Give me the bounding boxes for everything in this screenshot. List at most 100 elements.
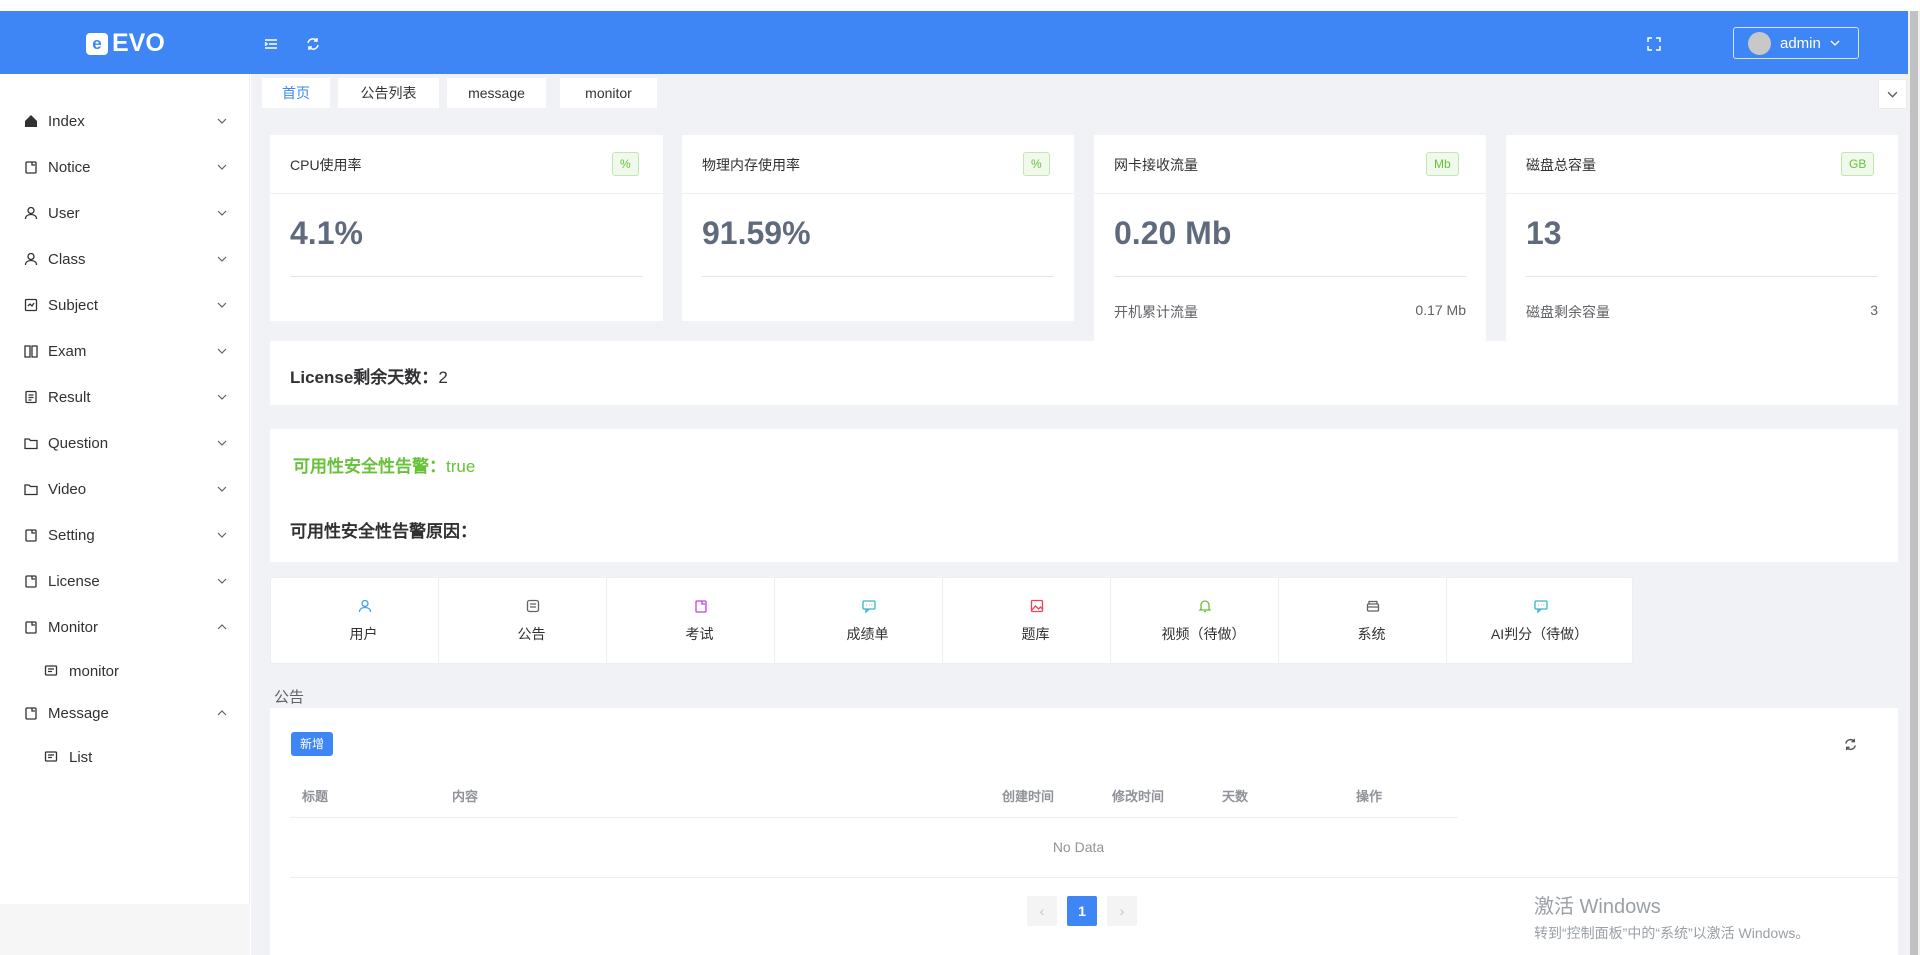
chevron-down-icon — [217, 532, 227, 538]
column-header[interactable]: 天数 — [1222, 786, 1248, 805]
box-icon — [1366, 600, 1380, 612]
watermark-title: 激活 Windows — [1534, 896, 1661, 918]
column-header[interactable]: 操作 — [1356, 786, 1382, 805]
sidebar-item-video[interactable]: Video — [0, 470, 250, 508]
stat-value: 13 — [1526, 215, 1562, 251]
sidebar-item-label: Index — [48, 112, 85, 130]
quick-link-card[interactable]: 题库 — [942, 577, 1129, 664]
sidebar-item-monitor[interactable]: monitor — [0, 652, 250, 690]
divider — [1506, 193, 1898, 194]
scrollbar-thumb[interactable] — [1910, 11, 1918, 955]
list-icon — [25, 390, 37, 404]
tab-bar: 首页 公告列表 message monitor — [251, 74, 1908, 110]
sidebar-item-user[interactable]: User — [0, 194, 250, 232]
user-dropdown[interactable]: admin — [1733, 27, 1859, 59]
app-logo[interactable]: e EVO — [86, 29, 165, 58]
chevron-up-icon — [217, 624, 227, 630]
sidebar-item-setting[interactable]: Setting — [0, 516, 250, 554]
sidebar-item-exam[interactable]: Exam — [0, 332, 250, 370]
quick-link-card[interactable]: 用户 — [270, 577, 457, 664]
tab-monitor[interactable]: monitor — [560, 78, 657, 108]
doc-icon — [695, 600, 707, 613]
quick-link-label: 成绩单 — [846, 626, 889, 642]
divider — [290, 276, 643, 277]
quick-link-card[interactable]: AI判分（待做） — [1446, 577, 1633, 664]
top-header: e EVO admin — [0, 11, 1908, 74]
sidebar-footer — [0, 904, 250, 955]
sidebar-item-result[interactable]: Result — [0, 378, 250, 416]
alert-status: 可用性安全性告警：true — [293, 452, 475, 477]
watermark-subtitle: 转到“控制面板”中的“系统”以激活 Windows。 — [1534, 925, 1810, 941]
column-header[interactable]: 标题 — [302, 786, 328, 805]
tab-message[interactable]: message — [447, 78, 546, 108]
quick-link-card[interactable]: 视频（待做） — [1110, 577, 1297, 664]
divider — [682, 193, 1074, 194]
refresh-icon[interactable] — [1842, 736, 1859, 753]
tabs-dropdown[interactable] — [1878, 79, 1907, 109]
column-header[interactable]: 内容 — [452, 786, 478, 805]
sidebar-item-monitor[interactable]: Monitor — [0, 608, 250, 646]
sidebar-item-index[interactable]: Index — [0, 102, 250, 140]
divider — [702, 276, 1054, 277]
quick-link-label: 公告 — [517, 626, 546, 642]
sidebar-item-question[interactable]: Question — [0, 424, 250, 462]
quick-link-card[interactable]: 成绩单 — [774, 577, 961, 664]
column-header[interactable]: 修改时间 — [1112, 786, 1164, 805]
quick-link-label: AI判分（待做） — [1490, 626, 1589, 642]
sidebar-item-class[interactable]: Class — [0, 240, 250, 278]
tab-home[interactable]: 首页 — [262, 78, 330, 108]
sidebar-item-label: Message — [48, 704, 109, 722]
stat-badge: Mb — [1426, 152, 1459, 176]
column-header[interactable]: 创建时间 — [1002, 786, 1054, 805]
alert-value: true — [446, 457, 476, 476]
notice-icon — [526, 599, 540, 613]
chevron-down-icon — [217, 578, 227, 584]
sidebar-item-license[interactable]: License — [0, 562, 250, 600]
quick-link-label: 题库 — [1021, 626, 1050, 642]
quick-link-card[interactable]: 公告 — [438, 577, 625, 664]
quick-link-card[interactable]: 考试 — [606, 577, 793, 664]
username: admin — [1780, 34, 1821, 52]
next-page-button[interactable]: › — [1107, 896, 1137, 926]
stat-card-disk: 磁盘总容量 GB 13 磁盘剩余容量 3 — [1506, 135, 1898, 341]
stat-card-memory: 物理内存使用率 % 91.59% — [682, 135, 1074, 321]
announcement-section-title: 公告 — [274, 689, 305, 706]
menu-collapse-icon[interactable] — [262, 35, 280, 53]
sidebar-item-message[interactable]: Message — [0, 694, 250, 732]
chevron-down-icon — [217, 256, 227, 262]
add-announcement-button[interactable]: 新增 — [291, 732, 334, 756]
tab-notice-list[interactable]: 公告列表 — [338, 78, 439, 108]
alert-card: 可用性安全性告警：true 可用性安全性告警原因： — [270, 429, 1898, 562]
chevron-up-icon — [217, 710, 227, 716]
stat-title: 磁盘总容量 — [1526, 157, 1596, 173]
fullscreen-icon[interactable] — [1645, 35, 1663, 53]
stat-title: 物理内存使用率 — [702, 157, 800, 173]
sidebar-item-label: Video — [48, 480, 87, 498]
alert-label: 可用性安全性告警： — [293, 457, 446, 476]
quick-link-card[interactable]: 系统 — [1278, 577, 1465, 664]
chevron-down-icon — [217, 210, 227, 216]
stat-sub-label: 开机累计流量 — [1114, 304, 1198, 320]
stat-badge: GB — [1841, 152, 1875, 176]
sidebar-item-label: Result — [48, 388, 91, 406]
stat-title: CPU使用率 — [290, 157, 362, 173]
avatar — [1748, 31, 1771, 55]
page-number[interactable]: 1 — [1067, 896, 1097, 926]
chevron-down-icon — [217, 164, 227, 170]
user-icon — [24, 206, 38, 220]
sidebar-item-subject[interactable]: Subject — [0, 286, 250, 324]
stat-badge: % — [1023, 152, 1050, 176]
license-card: License剩余天数：2 — [270, 341, 1898, 405]
stat-sub-value: 3 — [1870, 302, 1878, 318]
book-icon — [24, 345, 38, 358]
refresh-icon[interactable] — [304, 35, 322, 53]
sidebar-item-label: monitor — [69, 662, 120, 680]
stat-sub-value: 0.17 Mb — [1415, 302, 1466, 318]
doc-icon — [25, 161, 37, 174]
main-content: 首页 公告列表 message monitor CPU使用率 % 4.1% 物理… — [251, 74, 1908, 955]
sidebar-item-notice[interactable]: Notice — [0, 148, 250, 186]
page-scrollbar[interactable] — [1908, 11, 1920, 955]
sidebar-item-label: Setting — [48, 526, 95, 544]
sidebar-item-list[interactable]: List — [0, 738, 250, 776]
prev-page-button[interactable]: ‹ — [1027, 896, 1057, 926]
